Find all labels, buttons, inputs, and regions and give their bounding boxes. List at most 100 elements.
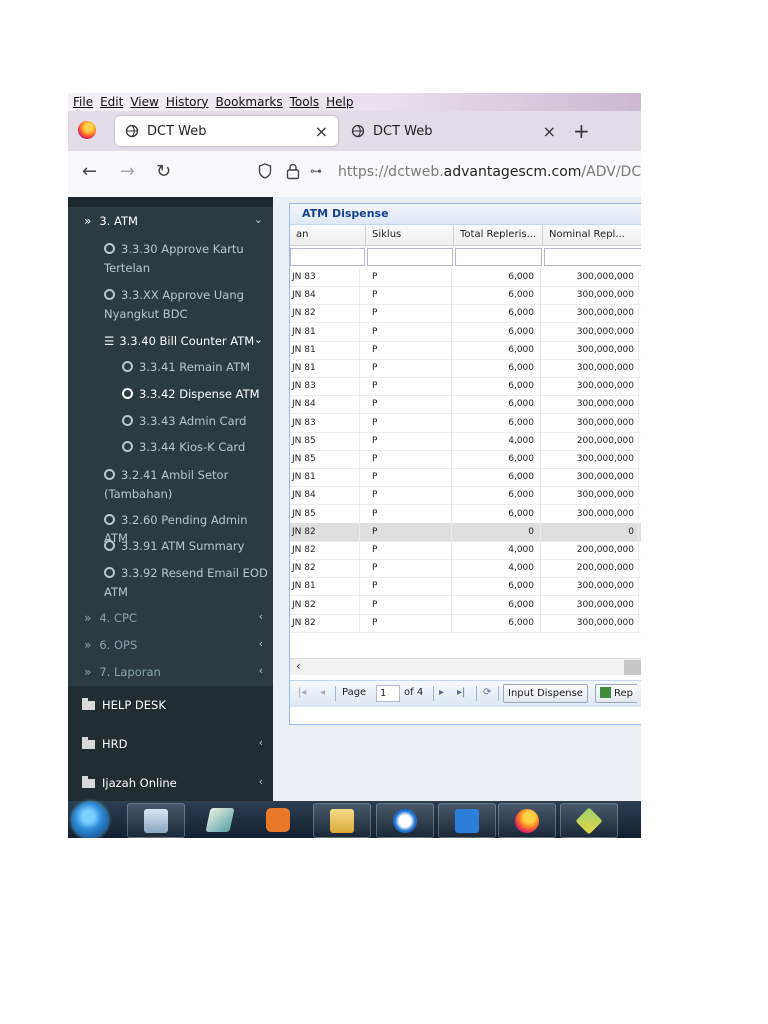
close-tab-icon[interactable]: × — [315, 122, 328, 141]
scroll-left-icon[interactable]: ‹ — [296, 659, 301, 673]
filter-input-nominal-replenish[interactable] — [544, 248, 641, 266]
sidebar-item-approve-uang[interactable]: 3.3.XX Approve Uang Nyangkut BDC — [68, 283, 273, 323]
url-domain: advantagescm.com — [443, 164, 582, 180]
table-row[interactable]: JN 85 P 6,000 300,000,000 — [290, 450, 641, 469]
table-row[interactable]: JN 85 P 6,000 300,000,000 — [290, 504, 641, 524]
menu-bar: File Edit View History Bookmarks Tools H… — [68, 93, 641, 111]
table-row[interactable]: JN 82 P 0 0 — [290, 522, 641, 542]
table-row[interactable]: JN 82 P 6,000 300,000,000 — [290, 304, 641, 324]
sidebar-item-approve-kartu[interactable]: 3.3.30 Approve Kartu Tertelan — [68, 237, 273, 277]
tab-dct-web[interactable]: DCT Web × — [341, 116, 566, 146]
table-row[interactable]: JN 81 P 6,000 300,000,000 — [290, 359, 641, 378]
sidebar-item-remain-atm[interactable]: 3.3.41 Remain ATM — [68, 357, 273, 377]
cell-total-replenish: 6,000 — [454, 322, 541, 341]
cell-nominal-replenish: 300,000,000 — [543, 450, 639, 468]
taskbar-firefox[interactable] — [498, 803, 556, 838]
sidebar-item-label: Ijazah Online — [102, 776, 177, 790]
column-header-siklus[interactable]: Siklus — [366, 225, 454, 246]
reload-icon[interactable]: ↻ — [156, 161, 171, 182]
menu-history[interactable]: History — [166, 95, 209, 109]
table-row[interactable]: JN 82 P 6,000 300,000,000 — [290, 595, 641, 615]
menu-edit[interactable]: Edit — [100, 95, 123, 109]
shield-icon[interactable] — [258, 163, 272, 179]
table-row[interactable]: JN 81 P 6,000 300,000,000 — [290, 322, 641, 342]
firefox-icon[interactable] — [78, 121, 96, 139]
sidebar-item-cpc[interactable]: » 4. CPC ‹ — [68, 608, 273, 628]
horizontal-scrollbar[interactable]: ‹ — [290, 658, 641, 675]
start-button[interactable] — [72, 802, 108, 838]
calculator-icon — [144, 809, 168, 833]
cell-siklus: P — [366, 541, 452, 559]
table-row[interactable]: JN 85 P 4,000 200,000,000 — [290, 431, 641, 451]
table-row[interactable]: JN 82 P 6,000 300,000,000 — [290, 613, 641, 633]
sidebar-item-pending-admin-atm[interactable]: 3.2.60 Pending Admin ATM — [68, 510, 273, 545]
sidebar-item-dispense-atm[interactable]: 3.3.42 Dispense ATM — [68, 384, 273, 404]
refresh-icon[interactable]: ⟳ — [483, 687, 491, 698]
cell-an: JN 81 — [290, 322, 360, 341]
table-row[interactable]: JN 84 P 6,000 300,000,000 — [290, 395, 641, 415]
taskbar-notes[interactable] — [192, 803, 248, 836]
taskbar-app[interactable] — [560, 803, 618, 838]
first-page-icon[interactable]: |◂ — [298, 687, 306, 698]
sidebar-item-atm-summary[interactable]: 3.3.91 ATM Summary — [68, 536, 273, 556]
filter-input-an[interactable] — [290, 248, 365, 266]
table-row[interactable]: JN 82 P 4,000 200,000,000 — [290, 541, 641, 560]
sidebar-item-hrd[interactable]: HRD ‹ — [68, 734, 273, 754]
taskbar-file-explorer[interactable] — [313, 803, 371, 838]
sidebar-item-bill-counter[interactable]: ☰ 3.3.40 Bill Counter ATM ⌄ — [68, 331, 273, 351]
table-row[interactable]: JN 84 P 6,000 300,000,000 — [290, 486, 641, 506]
table-row[interactable]: JN 83 P 6,000 300,000,000 — [290, 413, 641, 433]
next-page-icon[interactable]: ▸ — [439, 687, 444, 698]
table-row[interactable]: JN 81 P 6,000 300,000,000 — [290, 577, 641, 597]
forward-icon[interactable]: → — [120, 161, 135, 182]
filter-input-total-replenish[interactable] — [455, 248, 542, 266]
cell-total-replenish: 6,000 — [454, 486, 541, 505]
sidebar-item-help-desk[interactable]: HELP DESK — [68, 695, 273, 715]
sidebar-item-ops[interactable]: » 6. OPS ‹ — [68, 635, 273, 655]
menu-file[interactable]: File — [73, 95, 93, 109]
menu-view[interactable]: View — [130, 95, 158, 109]
input-dispense-button[interactable]: Input Dispense — [503, 684, 588, 703]
cell-siklus: P — [366, 468, 452, 487]
url-field[interactable]: https://dctweb.advantagescm.com/ADV/DCT3… — [338, 164, 641, 180]
chevron-down-icon: ⌄ — [253, 333, 263, 346]
lock-icon[interactable] — [286, 162, 300, 180]
sidebar-item-ambil-setor[interactable]: 3.2.41 Ambil Setor (Tambahan) — [68, 463, 273, 503]
table-row[interactable]: JN 81 P 6,000 300,000,000 — [290, 340, 641, 360]
menu-tools[interactable]: Tools — [290, 95, 320, 109]
taskbar-calculator[interactable] — [127, 803, 185, 838]
cell-total-replenish: 6,000 — [454, 468, 541, 487]
taskbar-wps-writer[interactable] — [438, 803, 496, 838]
page-number-input[interactable]: 1 — [376, 685, 400, 702]
permissions-icon[interactable]: ⊶ — [310, 164, 322, 178]
page-label: Page — [342, 687, 367, 698]
taskbar-outlook[interactable] — [376, 803, 434, 838]
app-icon — [575, 807, 603, 835]
table-row[interactable]: JN 81 P 6,000 300,000,000 — [290, 468, 641, 488]
close-tab-icon[interactable]: × — [543, 122, 556, 141]
filter-input-siklus[interactable] — [367, 248, 453, 266]
scroll-thumb[interactable] — [624, 660, 641, 675]
prev-page-icon[interactable]: ◂ — [320, 687, 325, 698]
menu-help[interactable]: Help — [326, 95, 353, 109]
sidebar-item-ijazah-online[interactable]: Ijazah Online ‹ — [68, 773, 273, 793]
column-header-total-replenish[interactable]: Total Repleris... — [454, 225, 543, 246]
column-header-nominal-replenish[interactable]: Nominal Repl... — [543, 225, 641, 246]
menu-bookmarks[interactable]: Bookmarks — [216, 95, 283, 109]
sidebar-item-resend-email[interactable]: 3.3.92 Resend Email EOD ATM — [68, 563, 273, 603]
table-row[interactable]: JN 83 P 6,000 300,000,000 — [290, 377, 641, 397]
sidebar-item-kios-k-card[interactable]: 3.3.44 Kios-K Card — [68, 437, 273, 457]
last-page-icon[interactable]: ▸| — [457, 687, 465, 698]
back-icon[interactable]: ← — [82, 161, 97, 182]
taskbar-media-player[interactable] — [250, 803, 306, 836]
column-header-an[interactable]: an — [290, 225, 366, 246]
tab-dct-web-active[interactable]: DCT Web × — [115, 116, 338, 146]
table-row[interactable]: JN 82 P 4,000 200,000,000 — [290, 559, 641, 579]
table-row[interactable]: JN 83 P 6,000 300,000,000 — [290, 268, 641, 287]
table-row[interactable]: JN 84 P 6,000 300,000,000 — [290, 286, 641, 306]
sidebar-item-atm[interactable]: » 3. ATM ⌄ — [68, 211, 273, 231]
sidebar-item-laporan[interactable]: » 7. Laporan ‹ — [68, 662, 273, 682]
report-button[interactable]: Rep — [595, 684, 637, 703]
sidebar-item-admin-card[interactable]: 3.3.43 Admin Card — [68, 411, 273, 431]
new-tab-button[interactable]: + — [573, 119, 590, 143]
